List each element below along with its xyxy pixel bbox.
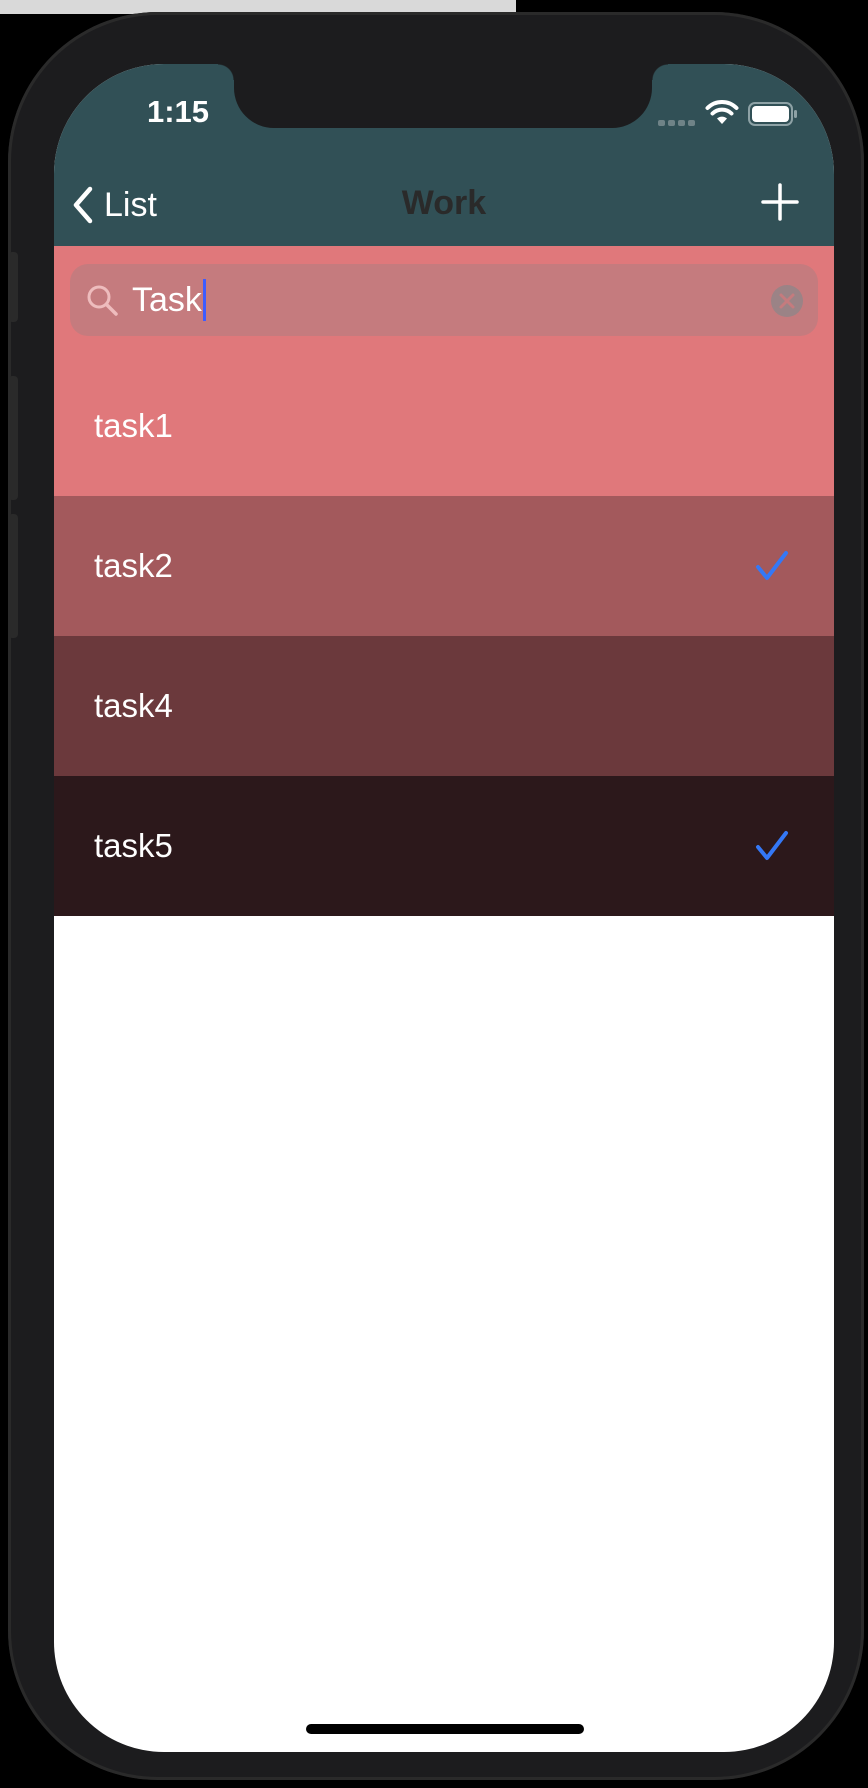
- task-row[interactable]: task2: [54, 496, 834, 636]
- task-label: task1: [94, 407, 173, 444]
- task-label: task5: [94, 827, 173, 864]
- wifi-icon: [705, 100, 739, 124]
- checkmark-icon: [756, 831, 788, 860]
- search-input-value: Task: [132, 281, 202, 319]
- home-indicator[interactable]: [306, 1724, 584, 1734]
- chevron-left-icon: [73, 186, 93, 224]
- task-label: task4: [94, 687, 173, 724]
- add-task-button[interactable]: [760, 182, 800, 222]
- navigation-header: 1:15 List Work: [54, 64, 834, 246]
- clear-search-icon[interactable]: [770, 284, 804, 318]
- back-button[interactable]: List: [70, 180, 157, 230]
- task-row[interactable]: task4: [54, 636, 834, 776]
- checkmark-icon: [756, 551, 788, 580]
- search-icon: [87, 285, 118, 316]
- plus-icon: [761, 183, 799, 221]
- notch: [218, 64, 668, 128]
- search-field[interactable]: Task: [70, 264, 818, 336]
- task-label: task2: [94, 547, 173, 584]
- task-row[interactable]: task5: [54, 776, 834, 916]
- status-time: 1:15: [146, 94, 210, 129]
- phone-screen: 1:15 List Work Task task1 task2 task4 ta…: [54, 64, 834, 1752]
- task-list: task1 task2 task4 task5: [54, 356, 834, 916]
- phone-frame: 1:15 List Work Task task1 task2 task4 ta…: [8, 12, 864, 1780]
- page-title: Work: [401, 184, 487, 222]
- volume-down-button: [8, 514, 18, 638]
- text-cursor: [202, 279, 206, 321]
- battery-icon: [748, 102, 797, 126]
- back-button-label: List: [104, 185, 157, 224]
- volume-up-button: [8, 376, 18, 500]
- mute-switch: [8, 252, 18, 322]
- search-input[interactable]: Task: [132, 276, 206, 324]
- search-bar: Task: [54, 246, 834, 357]
- cellular-signal-icon: [658, 120, 698, 126]
- task-row[interactable]: task1: [54, 356, 834, 496]
